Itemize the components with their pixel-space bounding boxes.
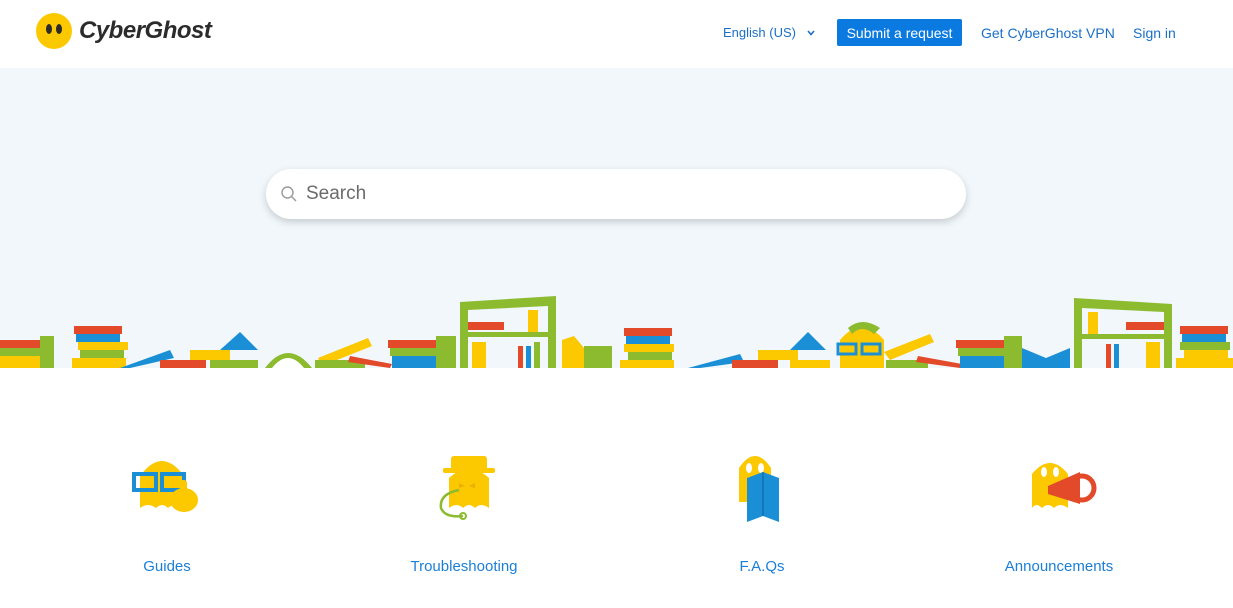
language-label: English (US): [723, 25, 796, 40]
category-label: Guides: [143, 558, 191, 575]
chevron-down-icon: [807, 29, 815, 36]
search-input[interactable]: [306, 179, 946, 209]
category-faqs[interactable]: F.A.Qs: [662, 438, 862, 575]
category-announcements[interactable]: Announcements: [959, 438, 1159, 575]
header: CyberGhost English (US) Submit a request…: [0, 0, 1233, 68]
ghost-glasses-icon: [132, 461, 198, 512]
category-list: Guides Troubleshooting F.A.Qs Announceme…: [0, 368, 1233, 608]
ghost-detective-icon: [439, 456, 495, 520]
category-troubleshooting[interactable]: Troubleshooting: [364, 438, 564, 575]
sign-in-link[interactable]: Sign in: [1133, 19, 1176, 46]
hero-banner: [0, 68, 1233, 368]
category-label: Announcements: [1004, 558, 1114, 575]
brand-logo[interactable]: CyberGhost: [35, 13, 212, 49]
submit-request-button[interactable]: Submit a request: [837, 19, 962, 46]
language-selector[interactable]: English (US): [723, 19, 816, 46]
category-label: Troubleshooting: [410, 558, 518, 575]
category-guides[interactable]: Guides: [67, 438, 267, 575]
ghost-book-icon: [739, 456, 779, 522]
search-icon: [281, 186, 297, 202]
brand-name: CyberGhost: [79, 17, 212, 44]
ghost-megaphone-icon: [1032, 463, 1097, 508]
search-bar[interactable]: [266, 169, 966, 219]
category-label: F.A.Qs: [739, 558, 785, 575]
get-vpn-link[interactable]: Get CyberGhost VPN: [981, 19, 1115, 46]
books-illustration: [0, 296, 1233, 368]
ghost-logo-icon: [36, 13, 72, 49]
